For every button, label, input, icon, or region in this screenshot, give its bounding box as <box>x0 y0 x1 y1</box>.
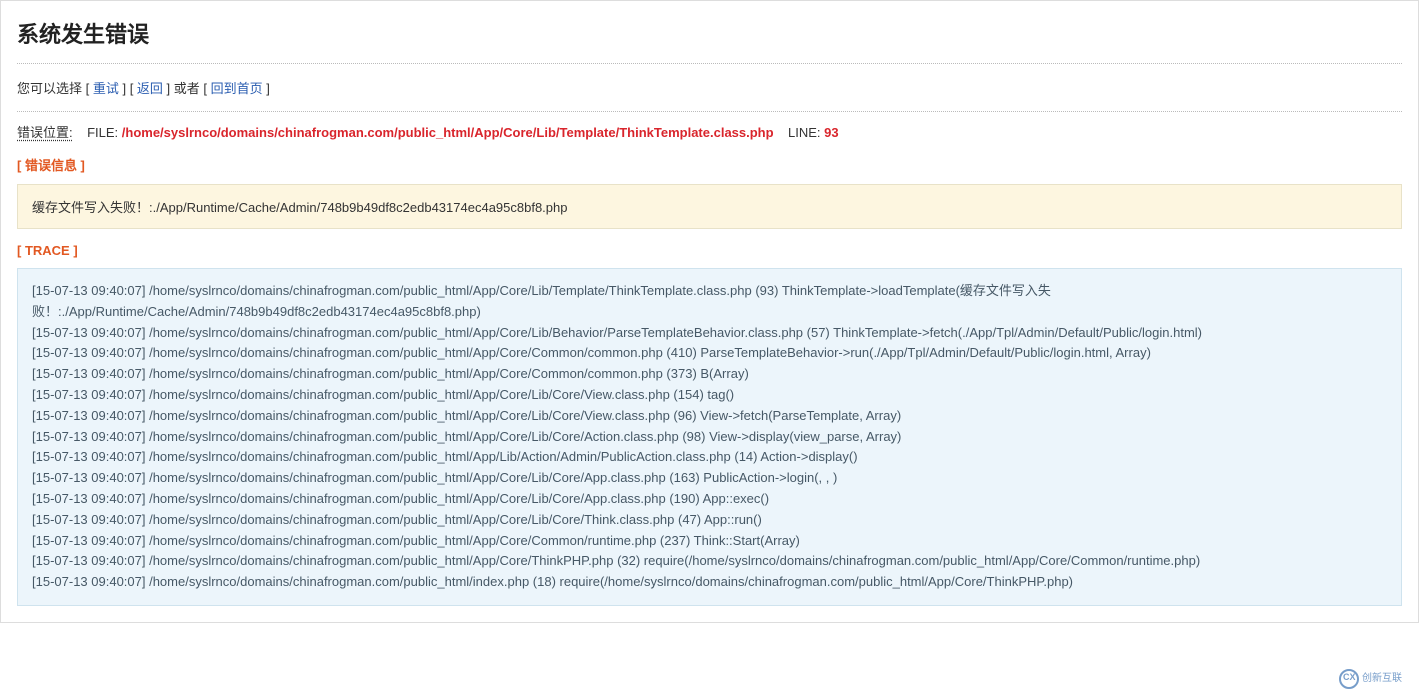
error-page-container: 系统发生错误 您可以选择 [ 重试 ] [ 返回 ] 或者 [ 回到首页 ] 错… <box>0 0 1419 623</box>
watermark-brand: 创新互联 <box>1339 664 1413 694</box>
trace-line: [15-07-13 09:40:07] /home/syslrnco/domai… <box>32 427 1387 448</box>
error-message: 缓存文件写入失败！:./App/Runtime/Cache/Admin/748b… <box>32 200 567 215</box>
trace-box: [15-07-13 09:40:07] /home/syslrnco/domai… <box>17 268 1402 606</box>
retry-link[interactable]: 重试 <box>93 81 119 96</box>
error-location: 错误位置: FILE: /home/syslrnco/domains/china… <box>17 122 1402 141</box>
trace-line: [15-07-13 09:40:07] /home/syslrnco/domai… <box>32 572 1387 593</box>
brand-logo-icon <box>1339 669 1359 689</box>
file-path: /home/syslrnco/domains/chinafrogman.com/… <box>122 125 774 140</box>
trace-line: [15-07-13 09:40:07] /home/syslrnco/domai… <box>32 531 1387 552</box>
file-label: FILE: <box>87 125 122 140</box>
nav-sep1: ] [ <box>119 81 137 96</box>
back-link[interactable]: 返回 <box>137 81 163 96</box>
trace-line: [15-07-13 09:40:07] /home/syslrnco/domai… <box>32 364 1387 385</box>
nav-actions: 您可以选择 [ 重试 ] [ 返回 ] 或者 [ 回到首页 ] <box>17 78 1402 112</box>
line-number: 93 <box>824 125 838 140</box>
trace-line: [15-07-13 09:40:07] /home/syslrnco/domai… <box>32 447 1387 468</box>
trace-line: [15-07-13 09:40:07] /home/syslrnco/domai… <box>32 281 1387 323</box>
trace-line: [15-07-13 09:40:07] /home/syslrnco/domai… <box>32 323 1387 344</box>
trace-line: [15-07-13 09:40:07] /home/syslrnco/domai… <box>32 385 1387 406</box>
trace-line: [15-07-13 09:40:07] /home/syslrnco/domai… <box>32 468 1387 489</box>
trace-line: [15-07-13 09:40:07] /home/syslrnco/domai… <box>32 551 1387 572</box>
home-link[interactable]: 回到首页 <box>211 81 263 96</box>
error-info-label: [ 错误信息 ] <box>17 155 1402 174</box>
error-message-box: 缓存文件写入失败！:./App/Runtime/Cache/Admin/748b… <box>17 184 1402 229</box>
nav-prefix: 您可以选择 [ <box>17 81 93 96</box>
trace-line: [15-07-13 09:40:07] /home/syslrnco/domai… <box>32 489 1387 510</box>
line-label: LINE: <box>788 125 824 140</box>
trace-line: [15-07-13 09:40:07] /home/syslrnco/domai… <box>32 343 1387 364</box>
trace-line: [15-07-13 09:40:07] /home/syslrnco/domai… <box>32 510 1387 531</box>
trace-line: [15-07-13 09:40:07] /home/syslrnco/domai… <box>32 406 1387 427</box>
page-title: 系统发生错误 <box>17 17 1402 64</box>
nav-sep2: ] 或者 [ <box>163 81 211 96</box>
trace-label: [ TRACE ] <box>17 243 1402 258</box>
brand-text: 创新互联 <box>1362 674 1402 684</box>
nav-suffix: ] <box>263 81 270 96</box>
location-label: 错误位置: <box>17 125 73 140</box>
